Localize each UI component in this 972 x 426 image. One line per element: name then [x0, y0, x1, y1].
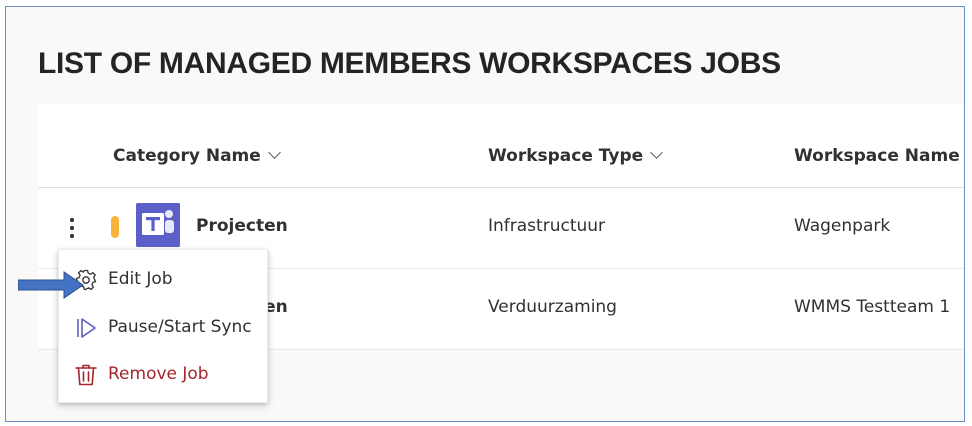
column-header-label: Workspace Type [488, 146, 644, 166]
table-header-row: Category Name Workspace Type Workspace N… [38, 104, 964, 188]
workspace-type-cell: Infrastructuur [488, 216, 606, 236]
column-header-label: Category Name [113, 146, 261, 166]
column-header-category-name[interactable]: Category Name [113, 146, 281, 166]
pause-start-sync-menu-item[interactable]: Pause/Start Sync [59, 304, 267, 350]
teams-icon [136, 203, 180, 247]
page-title: LIST OF MANAGED MEMBERS WORKSPACES JOBS [38, 47, 781, 80]
category-name-cell: Projecten [196, 216, 288, 236]
menu-item-label: Remove Job [108, 364, 209, 384]
more-vertical-icon[interactable] [64, 214, 80, 242]
workspace-name-cell: WMMS Testteam 1 [794, 297, 951, 317]
workspace-type-cell: Verduurzaming [488, 297, 617, 317]
context-menu: Edit Job Pause/Start Sync Remove Job [58, 249, 268, 403]
screenshot-frame: LIST OF MANAGED MEMBERS WORKSPACES JOBS … [5, 6, 965, 422]
annotation-arrow-icon [18, 271, 84, 299]
trash-icon [75, 364, 97, 386]
menu-item-label: Edit Job [108, 269, 173, 289]
pause-play-icon [77, 318, 96, 338]
remove-job-menu-item[interactable]: Remove Job [59, 351, 267, 397]
column-header-workspace-type[interactable]: Workspace Type [488, 146, 664, 166]
chevron-down-icon [267, 146, 281, 159]
column-header-workspace-name[interactable]: Workspace Name [794, 146, 964, 166]
edit-job-menu-item[interactable]: Edit Job [59, 256, 267, 302]
column-header-label: Workspace Name [794, 146, 960, 166]
status-indicator [111, 216, 119, 238]
menu-item-label: Pause/Start Sync [108, 317, 252, 337]
chevron-down-icon [650, 146, 664, 159]
workspace-name-cell: Wagenpark [794, 216, 891, 236]
